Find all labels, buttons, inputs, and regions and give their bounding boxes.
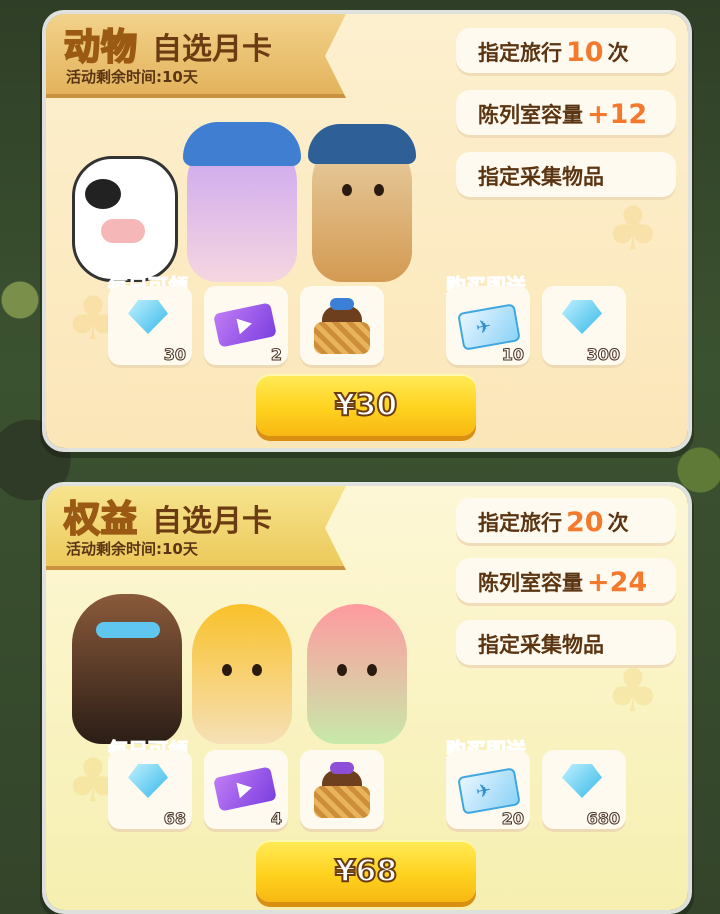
lion-character [72,594,182,744]
daily-item-basket [300,286,384,368]
card-title-main: 动物 [63,26,139,69]
buy-button[interactable]: ¥68 [256,840,476,902]
bonus-item-gem: 300 [542,286,626,368]
bonus-item-gem: 680 [542,750,626,832]
perk-travel: 指定旅行 20 次 [456,498,676,546]
perk-capacity: 陈列室容量 +24 [456,558,676,606]
remaining-time: 活动剩余时间:10天 [66,68,198,86]
card-title-banner: 权益 自选月卡 活动剩余时间:10天 [46,486,346,570]
travel-ticket-icon: ✈ [457,767,521,815]
travel-count: 20 [566,506,604,538]
benefit-monthly-card: ♣ ♣ 权益 自选月卡 活动剩余时间:10天 指定旅行 20 次 陈列室容量 +… [46,486,688,910]
capacity-value: +12 [587,98,648,130]
dog-character [308,124,416,282]
bonus-item-travel-ticket: ✈ 20 [446,750,530,832]
card-title-sub: 自选月卡 [152,32,272,67]
girl-character [183,122,301,282]
clover-decoration: ♣ [606,194,660,264]
perk-travel: 指定旅行 10 次 [456,28,676,76]
animal-monthly-card: ♣ ♣ 动物 自选月卡 活动剩余时间:10天 指定旅行 10 次 陈列室容量 +… [46,14,688,448]
daily-item-ticket: 4 [204,750,288,832]
gem-icon [128,764,168,798]
cow-character [72,156,178,282]
character-group [62,574,432,744]
gem-icon [562,300,602,334]
buy-button[interactable]: ¥30 [256,374,476,436]
card-title-banner: 动物 自选月卡 活动剩余时间:10天 [46,14,346,98]
daily-item-basket [300,750,384,832]
video-ticket-icon [213,766,277,812]
perk-collect: 指定采集物品 [456,620,676,668]
travel-ticket-icon: ✈ [457,303,521,351]
video-ticket-icon [213,302,277,348]
gem-icon [128,300,168,334]
daily-item-gem: 30 [108,286,192,368]
perk-collect: 指定采集物品 [456,152,676,200]
bonus-item-travel-ticket: ✈ 10 [446,286,530,368]
daily-item-ticket: 2 [204,286,288,368]
travel-count: 10 [566,36,604,68]
daily-item-gem: 68 [108,750,192,832]
basket-icon [314,298,370,354]
basket-icon [314,762,370,818]
perk-capacity: 陈列室容量 +12 [456,90,676,138]
card-title-main: 权益 [63,498,139,541]
remaining-time: 活动剩余时间:10天 [66,540,198,558]
capacity-value: +24 [587,566,648,598]
gem-icon [562,764,602,798]
character-group [62,112,432,282]
sunflower-character [192,604,292,744]
bunny-character [307,604,407,744]
card-title-sub: 自选月卡 [152,504,272,539]
